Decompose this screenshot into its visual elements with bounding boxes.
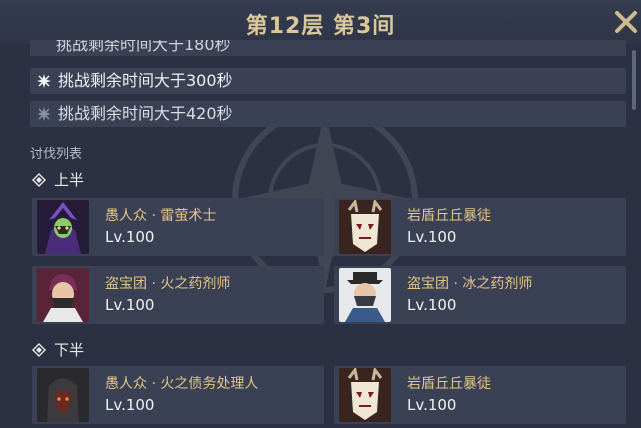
scrollbar[interactable]	[632, 50, 636, 110]
enemy-card[interactable]: 岩盾丘丘暴徒 Lv.100	[334, 198, 626, 256]
star-icon	[37, 74, 51, 88]
geo-mitachurl-portrait	[339, 200, 391, 254]
pyro-agent-portrait	[37, 368, 89, 422]
second-half-toggle[interactable]: 下半	[30, 340, 84, 360]
condition-row: 挑战剩余时间大于420秒	[30, 101, 626, 127]
enemy-card[interactable]: 盗宝团 · 火之药剂师 Lv.100	[32, 266, 324, 324]
enemy-level: Lv.100	[407, 228, 457, 246]
enemy-level: Lv.100	[105, 228, 155, 246]
diamond-icon	[32, 343, 46, 357]
second-half-label: 下半	[54, 341, 85, 359]
enemy-name: 愚人众 · 火之债务处理人	[105, 376, 259, 392]
enemy-name: 盗宝团 · 冰之药剂师	[407, 276, 533, 292]
header-bar: 第12层 第3间	[0, 0, 641, 44]
first-half-toggle[interactable]: 上半	[30, 170, 84, 190]
star-icon	[37, 107, 51, 121]
enemy-name: 盗宝团 · 火之药剂师	[105, 276, 231, 292]
geo-mitachurl-portrait	[339, 368, 391, 422]
first-half-label: 上半	[54, 171, 85, 189]
condition-row-partial: 挑战剩余时间大于180秒	[30, 40, 626, 56]
enemy-list-title: 讨伐列表	[30, 147, 83, 162]
enemy-level: Lv.100	[105, 296, 155, 314]
pyro-potioneer-portrait	[37, 268, 89, 322]
enemy-card[interactable]: 盗宝团 · 冰之药剂师 Lv.100	[334, 266, 626, 324]
enemy-name: 岩盾丘丘暴徒	[407, 208, 491, 224]
condition-row: 挑战剩余时间大于300秒	[30, 68, 626, 94]
enemy-card[interactable]: 愚人众 · 火之债务处理人 Lv.100	[32, 366, 324, 424]
enemy-level: Lv.100	[407, 396, 457, 414]
chamber-title: 第12层 第3间	[245, 14, 396, 39]
enemy-card[interactable]: 愚人众 · 雷萤术士 Lv.100	[32, 198, 324, 256]
electro-cicin-mage-portrait	[37, 200, 89, 254]
close-icon[interactable]	[612, 8, 640, 36]
enemy-card[interactable]: 岩盾丘丘暴徒 Lv.100	[334, 366, 626, 424]
enemy-level: Lv.100	[407, 296, 457, 314]
enemy-name: 愚人众 · 雷萤术士	[105, 208, 217, 224]
diamond-icon	[32, 173, 46, 187]
cryo-potioneer-portrait	[339, 268, 391, 322]
condition-label: 挑战剩余时间大于300秒	[58, 71, 233, 90]
enemy-name: 岩盾丘丘暴徒	[407, 376, 491, 392]
enemy-level: Lv.100	[105, 396, 155, 414]
condition-label: 挑战剩余时间大于420秒	[58, 104, 233, 123]
